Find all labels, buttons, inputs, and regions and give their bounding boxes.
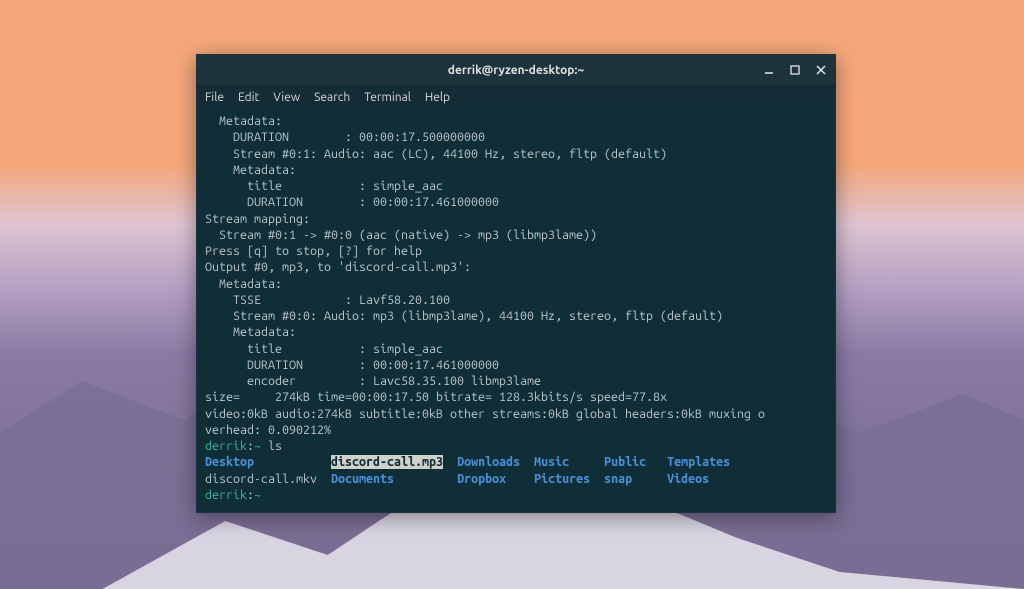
ls-file-selected: discord-call.mp3	[331, 455, 443, 469]
ls-dir: Templates	[667, 455, 730, 469]
menu-file[interactable]: File	[205, 91, 224, 104]
window-title: derrik@ryzen-desktop:~	[448, 64, 584, 77]
out-line: Output #0, mp3, to 'discord-call.mp3':	[205, 260, 471, 274]
out-line: Metadata:	[205, 163, 296, 177]
prompt-path: ~	[254, 439, 261, 453]
terminal-window: derrik@ryzen-desktop:~ File Edit View Se…	[196, 54, 836, 513]
ls-dir: snap	[604, 472, 632, 486]
out-line: DURATION : 00:00:17.461000000	[205, 195, 499, 209]
out-line: TSSE : Lavf58.20.100	[205, 293, 450, 307]
ls-dir: Videos	[667, 472, 709, 486]
ls-dir: Dropbox	[457, 472, 506, 486]
ls-dir: Desktop	[205, 455, 254, 469]
out-line: Stream #0:1: Audio: aac (LC), 44100 Hz, …	[205, 147, 667, 161]
menu-terminal[interactable]: Terminal	[364, 91, 411, 104]
menu-view[interactable]: View	[273, 91, 300, 104]
menu-search[interactable]: Search	[314, 91, 350, 104]
prompt-path: ~	[254, 488, 261, 502]
out-line: video:0kB audio:274kB subtitle:0kB other…	[205, 407, 765, 421]
out-line: Metadata:	[205, 114, 282, 128]
ls-dir: Public	[604, 455, 646, 469]
menu-help[interactable]: Help	[425, 91, 450, 104]
menu-edit[interactable]: Edit	[238, 91, 259, 104]
out-line: encoder : Lavc58.35.100 libmp3lame	[205, 374, 541, 388]
prompt-user: derrik	[205, 488, 247, 502]
ls-dir: Music	[534, 455, 569, 469]
out-line: size= 274kB time=00:00:17.50 bitrate= 12…	[205, 390, 695, 404]
ls-dir: Pictures	[534, 472, 590, 486]
close-button[interactable]	[813, 62, 829, 78]
ls-dir: Documents	[331, 472, 394, 486]
out-line: Metadata:	[205, 277, 282, 291]
prompt-sep: :	[247, 488, 254, 502]
out-line: Stream mapping:	[205, 212, 310, 226]
maximize-button[interactable]	[787, 62, 803, 78]
cmd-ls: ls	[261, 439, 282, 453]
prompt-sep: :	[247, 439, 254, 453]
out-line: DURATION : 00:00:17.500000000	[205, 130, 485, 144]
out-line: Stream #0:1 -> #0:0 (aac (native) -> mp3…	[205, 228, 597, 242]
terminal-body[interactable]: Metadata: DURATION : 00:00:17.500000000 …	[197, 109, 835, 512]
prompt-user: derrik	[205, 439, 247, 453]
out-line: title : simple_aac	[205, 342, 443, 356]
out-line: Press [q] to stop, [?] for help	[205, 244, 422, 258]
terminal-output[interactable]: Metadata: DURATION : 00:00:17.500000000 …	[205, 113, 827, 503]
out-line: DURATION : 00:00:17.461000000	[205, 358, 499, 372]
titlebar[interactable]: derrik@ryzen-desktop:~	[197, 55, 835, 85]
window-controls	[761, 55, 829, 85]
out-line: title : simple_aac	[205, 179, 443, 193]
menubar: File Edit View Search Terminal Help	[197, 85, 835, 109]
ls-file: discord-call.mkv	[205, 472, 317, 486]
out-line: Metadata:	[205, 325, 296, 339]
ls-dir: Downloads	[457, 455, 520, 469]
prompt-cursor	[261, 488, 268, 502]
out-line: verhead: 0.090212%	[205, 423, 331, 437]
out-line: Stream #0:0: Audio: mp3 (libmp3lame), 44…	[205, 309, 723, 323]
minimize-button[interactable]	[761, 62, 777, 78]
